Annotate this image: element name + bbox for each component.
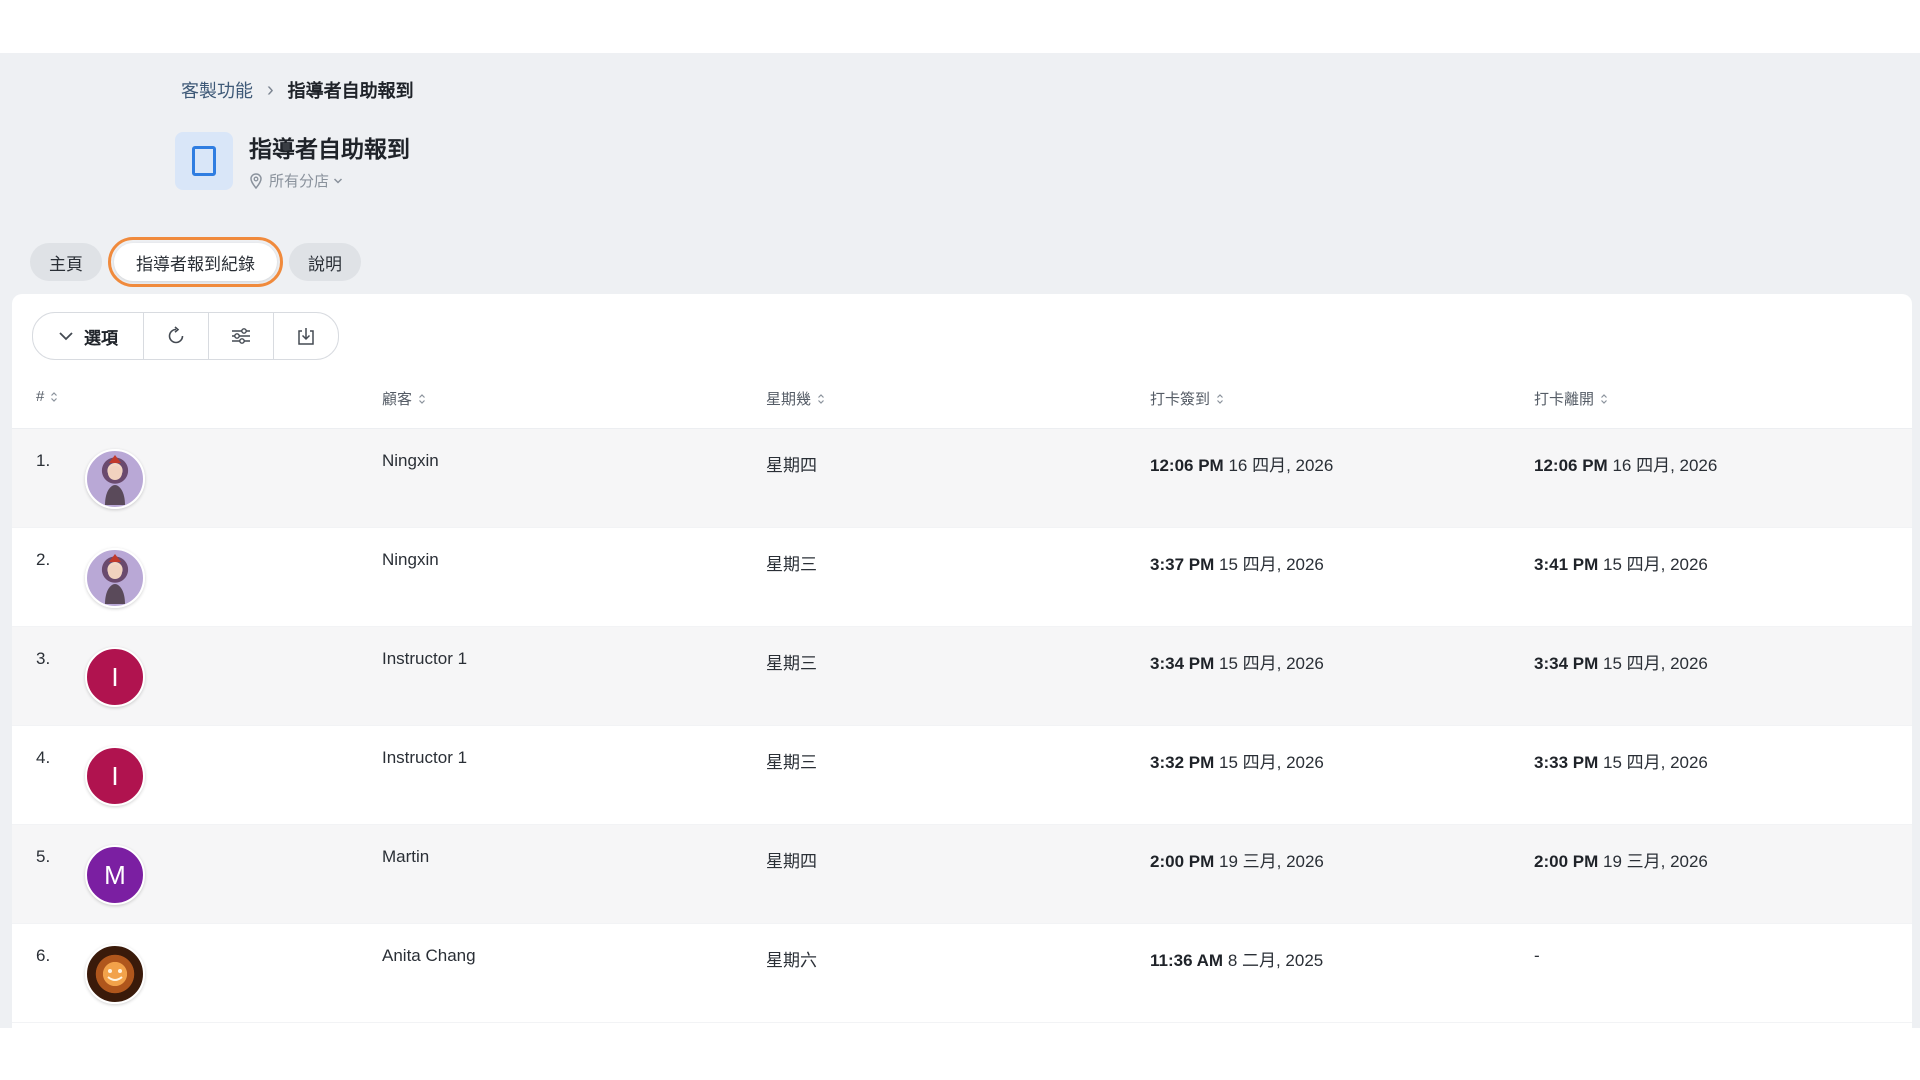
page-area: 客製功能 › 指導者自助報到 指導者自助報到 所有分店 主頁 指導者報到紀錄 說… (0, 53, 1920, 1028)
chevron-down-icon (333, 177, 343, 184)
weekday: 星期三 (766, 753, 817, 772)
weekday: 星期三 (766, 654, 817, 673)
check-in: 11:36 AM 8 二月, 2025 (1150, 951, 1324, 970)
avatar (85, 449, 145, 509)
customer-name: Ningxin (382, 451, 439, 470)
sort-icon (1217, 393, 1223, 404)
check-in: 2:00 PM 19 三月, 2026 (1150, 852, 1324, 871)
table-row[interactable]: 2. Ningxin 星期三 3:37 PM 15 四月, 2026 3:41 … (12, 528, 1912, 627)
location-pin-icon (250, 172, 262, 189)
column-header-customer[interactable]: 顧客 (382, 388, 426, 409)
chevron-down-icon (59, 332, 73, 341)
avatar (85, 944, 145, 1004)
check-out: - (1534, 946, 1540, 965)
table-row[interactable]: 6. Anita Chang 星期六 11:36 AM 8 二月, 2025 - (12, 924, 1912, 1023)
table-toolbar: 選項 (32, 312, 339, 360)
table-body: 1. Ningxin 星期四 12:06 PM 16 四月, 2026 12:0… (12, 429, 1912, 1023)
breadcrumb: 客製功能 › 指導者自助報到 (181, 77, 414, 103)
download-button[interactable] (274, 313, 338, 359)
avatar: I (85, 746, 145, 806)
person-photo-icon (105, 455, 125, 505)
table-row[interactable]: 1. Ningxin 星期四 12:06 PM 16 四月, 2026 12:0… (12, 429, 1912, 528)
person-photo-icon (105, 554, 125, 604)
options-dropdown-button[interactable]: 選項 (33, 313, 144, 359)
table-header: # 顧客 星期幾 打卡簽到 打卡離開 (12, 364, 1912, 429)
table-row[interactable]: 4. I Instructor 1 星期三 3:32 PM 15 四月, 202… (12, 726, 1912, 825)
refresh-button[interactable] (144, 313, 209, 359)
records-card: 選項 # 顧客 星期幾 打卡簽到 打卡離開 1. Ningxin 星期四 12:… (12, 294, 1912, 1028)
top-bar (0, 0, 1920, 53)
check-in: 3:34 PM 15 四月, 2026 (1150, 654, 1324, 673)
tab-home[interactable]: 主頁 (30, 243, 102, 281)
column-header-check-out[interactable]: 打卡離開 (1534, 388, 1608, 409)
branch-label: 所有分店 (269, 173, 330, 190)
sort-icon (419, 393, 425, 404)
row-index: 2. (36, 550, 51, 569)
breadcrumb-parent-link[interactable]: 客製功能 (181, 77, 253, 103)
weekday: 星期四 (766, 456, 817, 475)
avatar: I (85, 647, 145, 707)
avatar (85, 548, 145, 608)
row-index: 3. (36, 649, 51, 668)
customer-name: Martin (382, 847, 430, 866)
customer-name: Anita Chang (382, 946, 476, 965)
app-header: 指導者自助報到 所有分店 (175, 130, 410, 191)
tab-bar: 主頁 指導者報到紀錄 說明 (30, 237, 369, 287)
row-index: 4. (36, 748, 51, 767)
sort-icon (51, 391, 58, 402)
weekday: 星期四 (766, 852, 817, 871)
filter-button[interactable] (209, 313, 274, 359)
sort-icon (1601, 393, 1607, 404)
avatar: M (85, 845, 145, 905)
customer-name: Instructor 1 (382, 748, 468, 767)
customer-name: Ningxin (382, 550, 439, 569)
download-icon (298, 328, 314, 345)
smiley-latte-icon (107, 969, 123, 981)
branch-selector[interactable]: 所有分店 (249, 170, 410, 191)
check-out: 3:41 PM 15 四月, 2026 (1534, 555, 1708, 574)
tablet-icon (175, 131, 233, 190)
check-in: 12:06 PM 16 四月, 2026 (1150, 456, 1334, 475)
table-row[interactable]: 5. M Martin 星期四 2:00 PM 19 三月, 2026 2:00… (12, 825, 1912, 924)
check-in: 3:32 PM 15 四月, 2026 (1150, 753, 1324, 772)
breadcrumb-current: 指導者自助報到 (287, 81, 414, 101)
column-header-check-in[interactable]: 打卡簽到 (1150, 388, 1224, 409)
filter-sliders-icon (232, 328, 250, 344)
options-label: 選項 (84, 328, 118, 348)
column-header-index[interactable]: # (36, 388, 58, 405)
check-in: 3:37 PM 15 四月, 2026 (1150, 555, 1324, 574)
table-row[interactable]: 3. I Instructor 1 星期三 3:34 PM 15 四月, 202… (12, 627, 1912, 726)
sort-icon (818, 393, 824, 404)
check-out: 3:34 PM 15 四月, 2026 (1534, 654, 1708, 673)
tab-instructor-checkin-records[interactable]: 指導者報到紀錄 (108, 237, 283, 287)
chevron-right-icon: › (267, 78, 274, 101)
check-out: 3:33 PM 15 四月, 2026 (1534, 753, 1708, 772)
page-title: 指導者自助報到 (249, 136, 410, 162)
check-out: 12:06 PM 16 四月, 2026 (1534, 456, 1718, 475)
row-index: 1. (36, 451, 51, 470)
row-index: 6. (36, 946, 51, 965)
tab-help[interactable]: 說明 (289, 243, 361, 281)
weekday: 星期三 (766, 555, 817, 574)
weekday: 星期六 (766, 951, 817, 970)
check-out: 2:00 PM 19 三月, 2026 (1534, 852, 1708, 871)
customer-name: Instructor 1 (382, 649, 468, 668)
column-header-weekday[interactable]: 星期幾 (766, 388, 825, 409)
row-index: 5. (36, 847, 51, 866)
refresh-icon (168, 326, 184, 344)
